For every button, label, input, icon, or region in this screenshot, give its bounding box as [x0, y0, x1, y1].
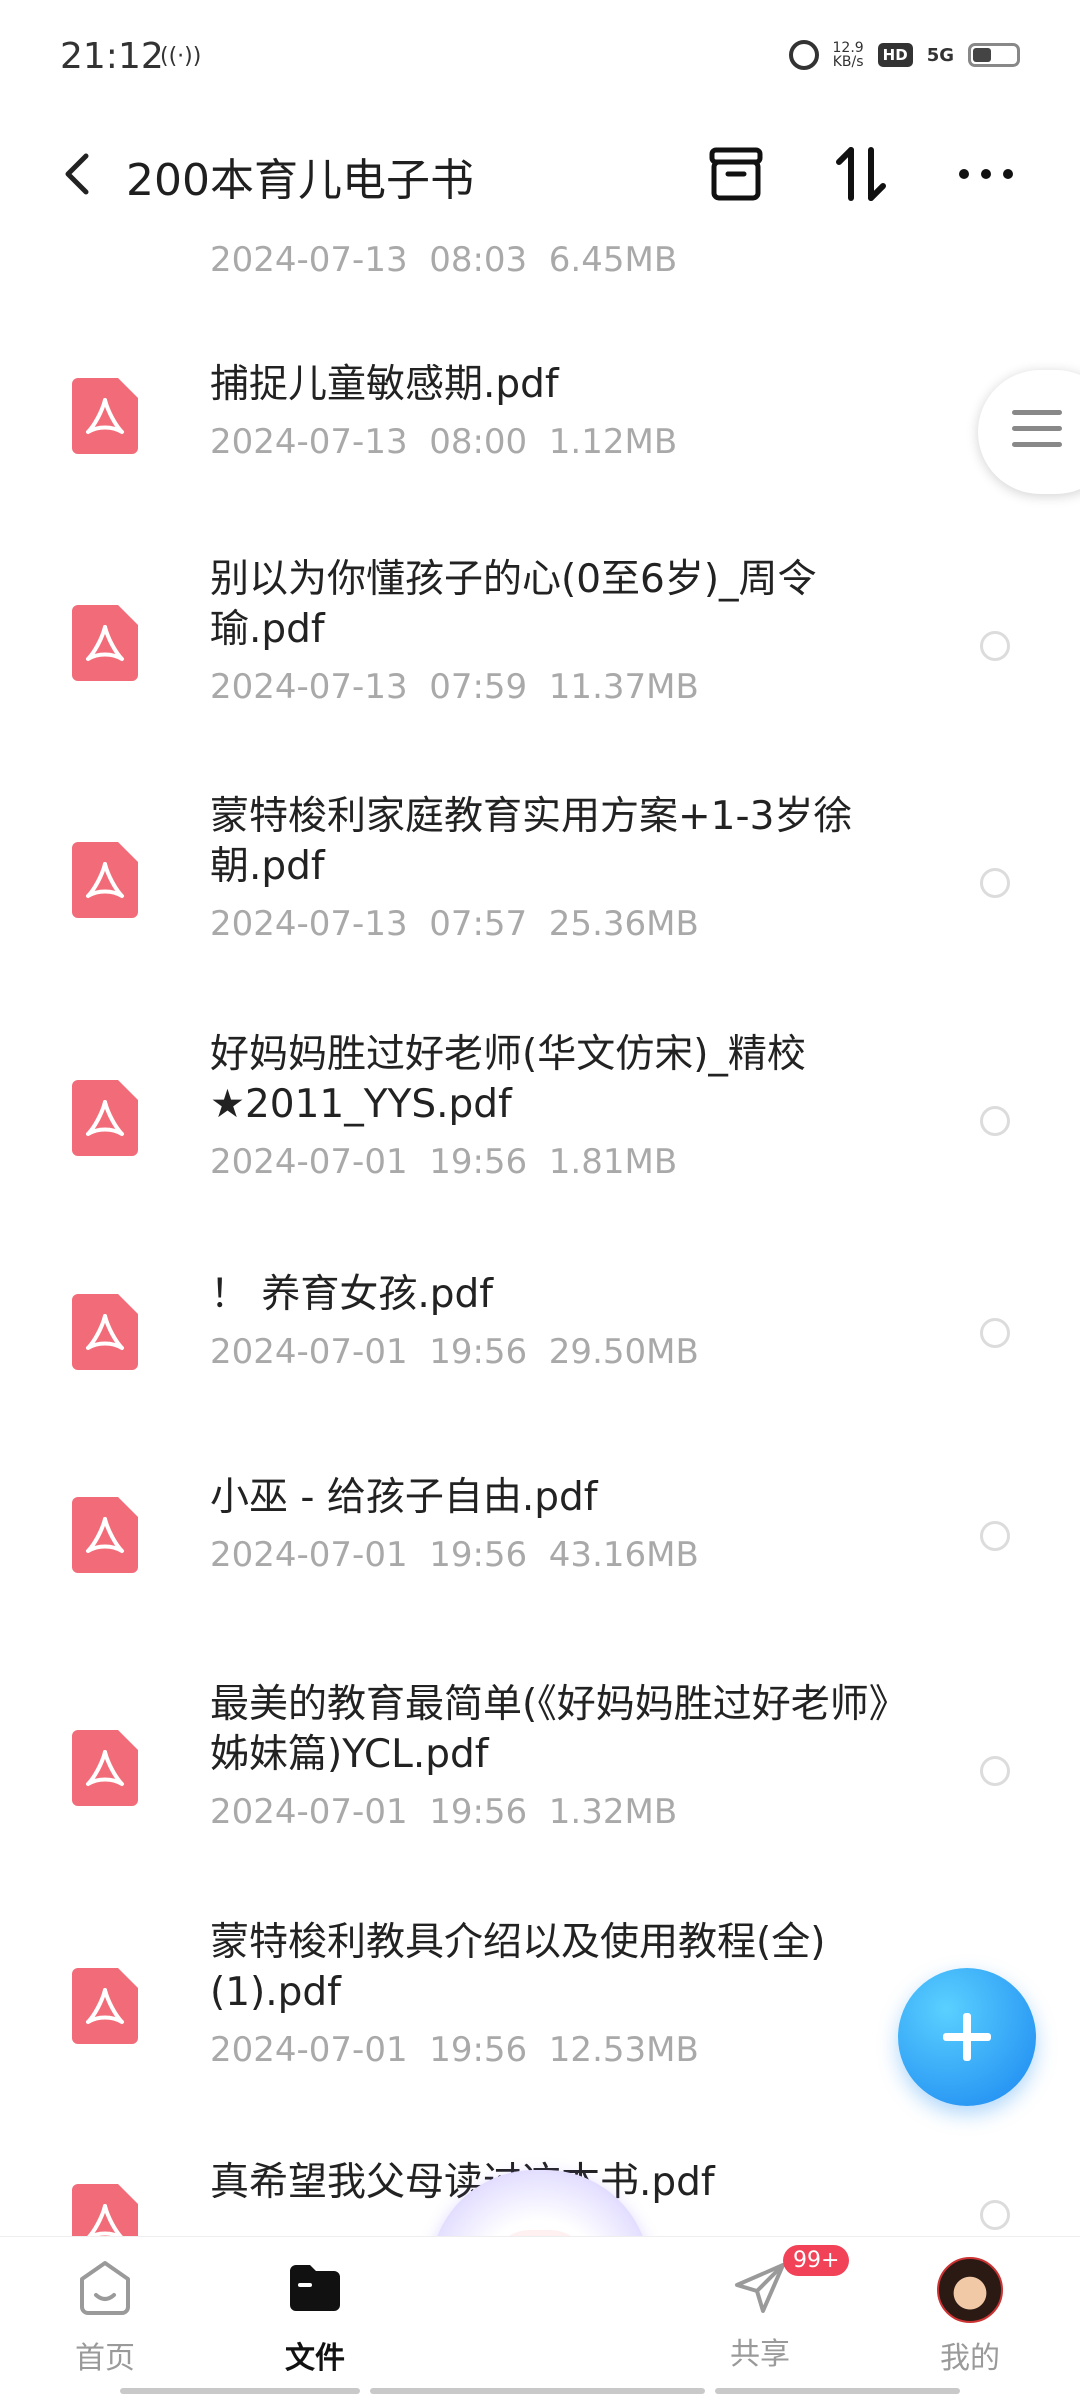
file-meta: 2024-07-13 07:57 25.36MB — [210, 904, 699, 944]
status-bar: 21:12 ((·)) 12.9 KB/s HD 5G — [0, 0, 1080, 120]
select-radio[interactable] — [980, 868, 1010, 898]
page-title: 200本育儿电子书 — [126, 155, 474, 206]
tab-profile[interactable]: 我的 — [905, 2257, 1035, 2377]
hd-icon: HD — [877, 43, 913, 67]
net-speed: 12.9 KB/s — [833, 41, 864, 69]
file-name: 好妈妈胜过好老师(华文仿宋)_精校★2011_YYS.pdf — [210, 1032, 806, 1127]
paper-plane-icon — [735, 2263, 785, 2313]
select-radio[interactable] — [980, 1106, 1010, 1136]
tab-share[interactable]: 99+ 共享 — [695, 2245, 850, 2373]
add-button[interactable] — [898, 1968, 1036, 2106]
battery-icon — [968, 43, 1020, 67]
status-time: 21:12 — [60, 36, 164, 77]
file-name: 别以为你懂孩子的心(0至6岁)_周令瑜.pdf — [210, 557, 817, 652]
tab-home[interactable]: 首页 — [40, 2257, 170, 2377]
file-list: 2024-07-13 08:03 6.45MB 捕捉儿童敏感期.pdf 2024… — [0, 230, 1080, 2240]
archive-icon[interactable] — [700, 138, 772, 210]
alarm-icon — [788, 40, 819, 70]
more-options-icon[interactable] — [950, 138, 1022, 210]
tab-label: 首页 — [75, 2341, 135, 2376]
file-name: 蒙特梭利家庭教育实用方案+1-3岁徐朝.pdf — [210, 794, 853, 889]
select-radio[interactable] — [980, 1756, 1010, 1786]
bottom-tab-bar: 首页 文件 99+ 共享 我的 — [0, 2236, 1080, 2401]
pdf-file-icon — [72, 1730, 138, 1806]
file-meta: 2024-07-01 19:56 43.16MB — [210, 1535, 699, 1575]
file-name: ！ 养育女孩.pdf — [210, 1272, 494, 1317]
select-radio[interactable] — [980, 1318, 1010, 1348]
file-name: 小巫 - 给孩子自由.pdf — [210, 1475, 598, 1520]
home-indicator — [715, 2388, 960, 2394]
file-name: 蒙特梭利教具介绍以及使用教程(全)(1).pdf — [210, 1920, 826, 2015]
net-speed-value: 12.9 — [832, 40, 864, 56]
file-meta: 2024-07-01 19:56 1.32MB — [210, 1792, 678, 1832]
home-indicator — [370, 2388, 705, 2394]
back-arrow-icon[interactable] — [50, 144, 110, 204]
pdf-file-icon — [72, 1968, 138, 2044]
tab-label: 文件 — [285, 2341, 345, 2376]
file-meta: 2024-07-13 08:03 6.45MB — [210, 240, 678, 280]
pdf-file-icon — [72, 378, 138, 454]
tab-label: 共享 — [730, 2337, 790, 2372]
home-icon — [80, 2261, 130, 2315]
file-meta: 2024-07-01 19:56 29.50MB — [210, 1332, 699, 1372]
menu-icon — [1012, 410, 1062, 458]
file-meta: 2024-07-13 08:00 1.12MB — [210, 422, 678, 462]
tab-label: 我的 — [940, 2341, 1000, 2376]
file-name: 最美的教育最简单(《好妈妈胜过好老师》姊妹篇)YCL.pdf — [210, 1682, 908, 1777]
pdf-file-icon — [72, 1294, 138, 1370]
file-name: 捕捉儿童敏感期.pdf — [210, 362, 559, 407]
file-meta: 2024-07-01 19:56 1.81MB — [210, 1142, 678, 1182]
pdf-file-icon — [72, 1080, 138, 1156]
select-radio[interactable] — [980, 631, 1010, 661]
share-tab-icon: 99+ — [729, 2245, 850, 2319]
folder-icon — [290, 2265, 340, 2311]
avatar — [937, 2257, 1003, 2323]
pdf-file-icon — [72, 2184, 138, 2240]
select-radio[interactable] — [980, 1521, 1010, 1551]
share-badge: 99+ — [783, 2245, 850, 2276]
pdf-file-icon — [72, 605, 138, 681]
status-icons: 12.9 KB/s HD 5G — [788, 40, 1020, 70]
hotspot-icon: ((·)) — [160, 44, 202, 69]
pdf-file-icon — [72, 842, 138, 918]
net-speed-unit: KB/s — [832, 54, 864, 70]
top-nav-bar: 200本育儿电子书 — [0, 120, 1080, 230]
sort-icon[interactable] — [825, 138, 897, 210]
pdf-file-icon — [72, 1497, 138, 1573]
home-indicator — [120, 2388, 360, 2394]
file-meta: 2024-07-01 19:56 12.53MB — [210, 2030, 699, 2070]
5g-signal-icon: 5G — [926, 44, 954, 66]
file-meta: 2024-07-13 07:59 11.37MB — [210, 667, 699, 707]
tab-files[interactable]: 文件 — [250, 2257, 380, 2377]
select-radio[interactable] — [980, 2200, 1010, 2230]
